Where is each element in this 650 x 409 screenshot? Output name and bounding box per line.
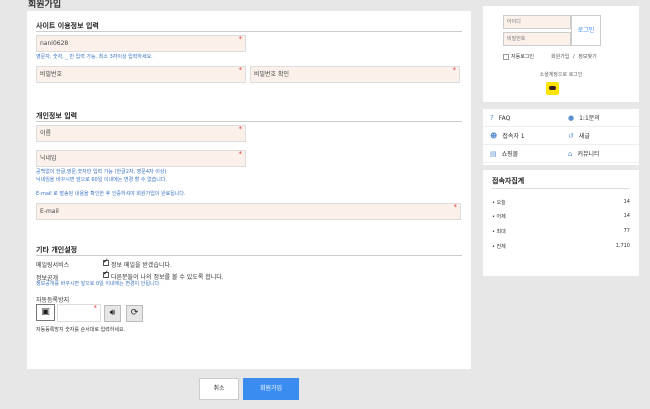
stat-label: 전체 bbox=[496, 244, 506, 250]
stat-value: 1,710 bbox=[615, 243, 630, 249]
login-box: 아이디 비밀번호 로그인 자동로그인 회원가입 / 정보찾기 소셜계정으로 로그… bbox=[483, 6, 639, 102]
menu-visitors-label: 접속자 1 bbox=[502, 133, 525, 140]
divider bbox=[492, 188, 630, 189]
mailing-option: 정보 메일을 받겠습니다. bbox=[111, 262, 172, 269]
visitor-stats-title: 접속자집계 bbox=[492, 177, 525, 185]
required-mark: * bbox=[238, 35, 243, 43]
divider bbox=[36, 31, 462, 32]
shop-icon: ▤ bbox=[490, 150, 497, 158]
email-hint: E-mail 로 발송된 내용을 확인한 후 인증하셔야 회원가입이 완료됩니다… bbox=[36, 191, 186, 197]
captcha-hint: 자동등록방지 숫자를 순서대로 입력하세요. bbox=[36, 327, 126, 333]
stat-row-total: • 전체 1,710 bbox=[492, 243, 630, 250]
required-mark: * bbox=[453, 203, 458, 211]
site-info-title: 사이트 이용정보 입력 bbox=[36, 22, 99, 30]
open-info-checkbox[interactable] bbox=[103, 269, 109, 278]
join-submit-button[interactable]: 회원가입 bbox=[243, 378, 299, 400]
menu-qna-label: 1:1문의 bbox=[579, 115, 600, 122]
join-link: 회원가입 / 정보찾기 bbox=[551, 53, 597, 60]
menu-community[interactable]: ⌂ 커뮤니티 bbox=[561, 145, 639, 163]
open-info-option: 다른분들이 나의 정보를 볼 수 있도록 합니다. bbox=[111, 274, 224, 281]
login-button[interactable]: 로그인 bbox=[571, 15, 601, 46]
captcha-input[interactable]: * bbox=[57, 304, 101, 322]
email-input[interactable]: E-mail * bbox=[36, 203, 461, 220]
password-placeholder: 비밀번호 bbox=[40, 71, 63, 78]
auto-login-checkbox[interactable] bbox=[503, 54, 509, 60]
page-title: 회원가입 bbox=[28, 0, 62, 10]
users-icon: ☻ bbox=[490, 132, 498, 140]
find-info-link[interactable]: 정보찾기 bbox=[578, 54, 596, 60]
required-mark: * bbox=[93, 304, 98, 312]
stat-value: 77 bbox=[623, 228, 630, 234]
menu-community-label: 커뮤니티 bbox=[577, 151, 600, 158]
login-pw-input[interactable]: 비밀번호 bbox=[503, 32, 571, 46]
stat-label: 어제 bbox=[496, 214, 506, 220]
kakao-bubble bbox=[549, 86, 556, 90]
menu-qna[interactable]: ● 1:1문의 bbox=[561, 109, 639, 127]
history-icon: ↺ bbox=[568, 132, 574, 140]
stat-label: 오늘 bbox=[496, 200, 506, 206]
stat-value: 14 bbox=[623, 213, 630, 219]
userid-input[interactable]: nani0628 * bbox=[36, 35, 246, 52]
userid-value: nani0628 bbox=[40, 40, 69, 47]
login-id-input[interactable]: 아이디 bbox=[503, 15, 571, 29]
mailing-checkbox[interactable] bbox=[103, 257, 109, 266]
mailing-label: 메일링서비스 bbox=[36, 262, 70, 269]
question-icon: ? bbox=[490, 114, 494, 122]
required-mark: * bbox=[452, 66, 457, 74]
link-separator: / bbox=[573, 54, 575, 60]
home-icon: ⌂ bbox=[568, 150, 573, 158]
nickname-input[interactable]: 닉네임 * bbox=[36, 150, 246, 167]
menu-visitors[interactable]: ☻ 접속자 1 bbox=[483, 127, 561, 145]
captcha-label: 자동등록방지 bbox=[36, 297, 70, 304]
divider bbox=[36, 255, 462, 256]
chat-icon: ● bbox=[568, 114, 575, 122]
stat-value: 14 bbox=[623, 199, 630, 205]
menu-new-label: 새글 bbox=[578, 133, 590, 140]
nickname-hint-2: 닉네임을 바꾸시면 앞으로 60일 이내에는 변경 할 수 없습니다. bbox=[36, 177, 168, 183]
speaker-icon[interactable]: 🔊︎ bbox=[104, 305, 121, 322]
nickname-placeholder: 닉네임 bbox=[40, 155, 57, 162]
required-mark: * bbox=[238, 150, 243, 158]
password-confirm-input[interactable]: 비밀번호 확인 * bbox=[250, 66, 460, 83]
menu-faq-label: FAQ bbox=[498, 115, 511, 122]
menu-new[interactable]: ↺ 새글 bbox=[561, 127, 639, 145]
divider bbox=[36, 121, 462, 122]
password-input[interactable]: 비밀번호 * bbox=[36, 66, 246, 83]
required-mark: * bbox=[238, 125, 243, 133]
kakao-login-icon[interactable] bbox=[546, 82, 559, 95]
email-placeholder: E-mail bbox=[40, 208, 59, 215]
stat-row-today: • 오늘 14 bbox=[492, 199, 630, 206]
captcha-image-icon: ▣ bbox=[36, 304, 55, 321]
name-input[interactable]: 이름 * bbox=[36, 125, 246, 142]
name-placeholder: 이름 bbox=[40, 130, 52, 137]
menu-faq[interactable]: ? FAQ bbox=[483, 109, 561, 127]
stat-row-max: • 최대 77 bbox=[492, 228, 630, 235]
social-login-title: 소셜계정으로 로그인 bbox=[539, 72, 583, 78]
personal-info-title: 개인정보 입력 bbox=[36, 112, 78, 120]
stat-label: 최대 bbox=[496, 229, 506, 235]
nickname-hint-1: 공백없이 한글,영문,숫자만 입력 가능 (한글2자, 영문4자 이상) bbox=[36, 169, 167, 175]
join-link-text[interactable]: 회원가입 bbox=[551, 54, 569, 60]
cancel-button[interactable]: 취소 bbox=[199, 378, 239, 400]
userid-hint: 영문자, 숫자, _ 만 입력 가능. 최소 3자이상 입력하세요. bbox=[36, 54, 153, 60]
other-settings-title: 기타 개인설정 bbox=[36, 246, 78, 254]
stat-row-yesterday: • 어제 14 bbox=[492, 213, 630, 220]
password-confirm-placeholder: 비밀번호 확인 bbox=[254, 71, 290, 78]
menu-shop[interactable]: ▤ 쇼핑몰 bbox=[483, 145, 561, 163]
menu-shop-label: 쇼핑몰 bbox=[501, 151, 519, 158]
open-info-hint: 정보공개를 바꾸시면 앞으로 0일 이내에는 변경이 안됩니다. bbox=[36, 281, 161, 287]
refresh-icon[interactable]: ⟳ bbox=[126, 305, 143, 322]
required-mark: * bbox=[238, 66, 243, 74]
quick-menu: ? FAQ ● 1:1문의 ☻ 접속자 1 ↺ 새글 ▤ 쇼핑몰 ⌂ 커뮤니티 bbox=[483, 109, 639, 165]
visitor-stats: 접속자집계 • 오늘 14 • 어제 14 • 최대 77 • 전체 1,710 bbox=[483, 170, 639, 276]
auto-login-label: 자동로그인 bbox=[511, 54, 535, 60]
